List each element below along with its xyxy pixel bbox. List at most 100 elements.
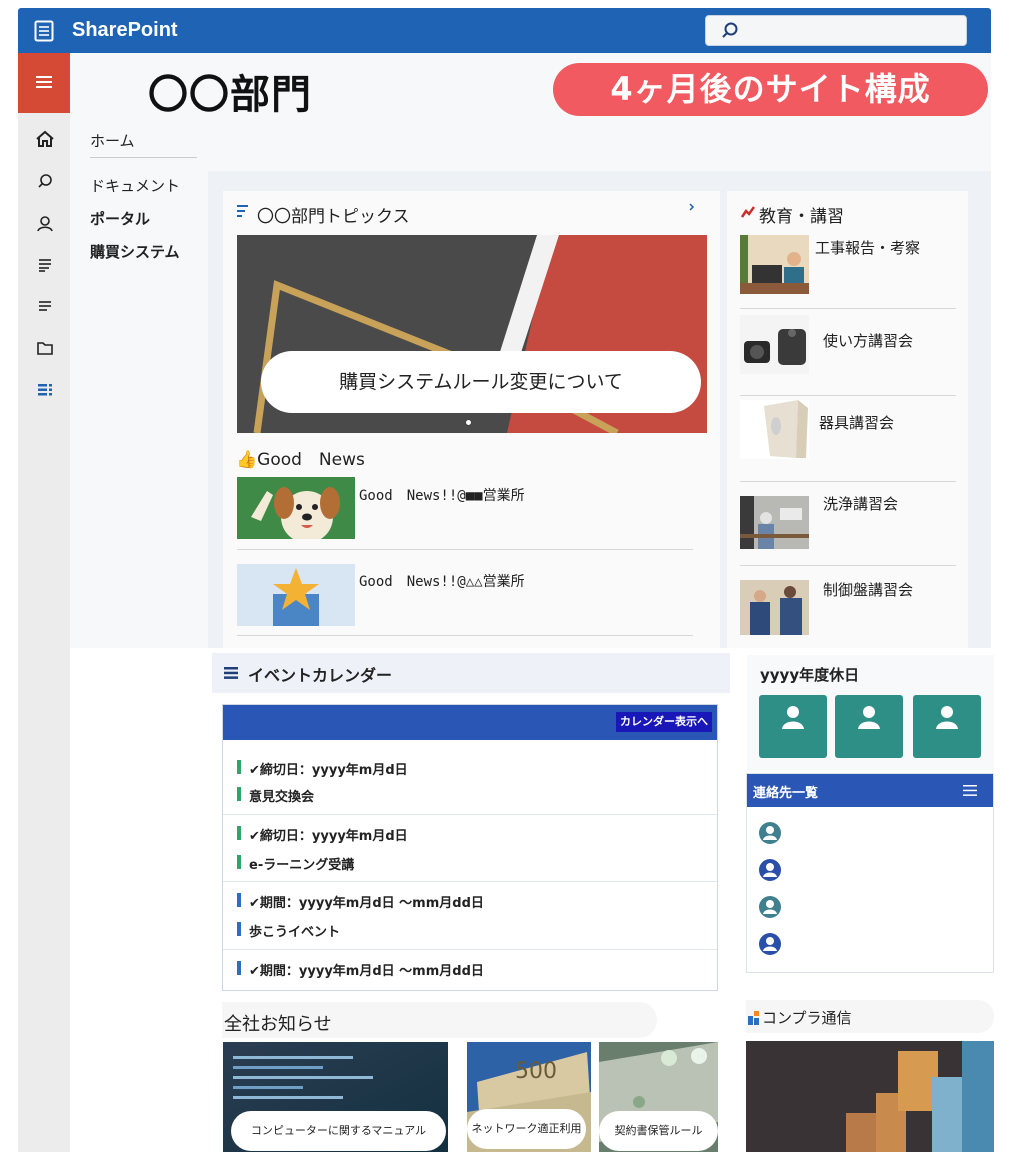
news-icon[interactable] (35, 255, 55, 275)
event-marker (237, 893, 241, 907)
event-date[interactable]: ✔締切日：yyyy年m月d日 (237, 825, 408, 844)
divider (237, 549, 693, 550)
events-card-header: カレンダー表示へ (223, 705, 717, 740)
person-icon (782, 706, 804, 729)
carousel-dot[interactable] (465, 419, 472, 426)
education-item[interactable]: 工事報告・考察 (815, 237, 920, 258)
good-news-trophy-image[interactable] (237, 564, 355, 626)
event-name[interactable]: 歩こうイベント (237, 921, 340, 940)
event-name-text: e-ラーニング受講 (249, 858, 355, 873)
company-news-header: 全社お知らせ (222, 1002, 657, 1038)
events-title: イベントカレンダー (248, 666, 393, 685)
education-item[interactable]: 洗浄講習会 (823, 493, 898, 514)
event-name-text: 歩こうイベント (249, 925, 341, 940)
event-calendar: カレンダー表示へ ✔締切日：yyyy年m月d日 意見交換会 ✔締切日：yyyy年… (222, 704, 718, 991)
event-name[interactable]: e-ラーニング受講 (237, 854, 354, 873)
menu-icon[interactable] (963, 785, 977, 796)
contact-avatar-icon[interactable] (759, 896, 781, 918)
contact-avatar-icon[interactable] (759, 933, 781, 955)
divider (740, 395, 956, 396)
divider (223, 949, 717, 950)
nav-item-purchasing[interactable]: 購買システム (90, 241, 180, 262)
search-input[interactable] (705, 15, 967, 46)
event-marker (237, 760, 241, 774)
contact-avatar-icon[interactable] (759, 859, 781, 881)
news-tile[interactable]: 500 ネットワーク適正利用 (467, 1042, 591, 1152)
good-news-item[interactable]: Good News!!@△△営業所 (359, 571, 525, 591)
education-item[interactable]: 使い方講習会 (823, 330, 913, 351)
hamburger-icon (36, 76, 52, 88)
company-news-title: 全社お知らせ (224, 1014, 332, 1035)
event-marker (237, 787, 241, 801)
folder-icon[interactable] (35, 338, 55, 358)
good-news-dog-image[interactable] (237, 477, 355, 539)
sharepoint-app-icon[interactable] (34, 20, 54, 42)
event-marker (237, 922, 241, 936)
compliance-icon (748, 1011, 759, 1025)
divider (237, 635, 693, 636)
search-icon (722, 22, 738, 38)
topics-title: 〇〇部門トピックス (257, 207, 410, 227)
person-icon (858, 706, 880, 729)
event-date[interactable]: ✔期間：yyyy年m月d日 ～mm月dd日 (237, 892, 484, 911)
holiday-tile[interactable] (913, 695, 981, 758)
person-icon (936, 706, 958, 729)
nav-item-documents[interactable]: ドキュメント (90, 175, 180, 196)
contact-avatar-icon[interactable] (759, 822, 781, 844)
news-tile[interactable]: コンピューターに関するマニュアル (223, 1042, 448, 1152)
svg-text:500: 500 (515, 1059, 557, 1084)
calendar-view-link[interactable]: カレンダー表示へ (616, 712, 712, 732)
list-icon[interactable] (35, 296, 55, 316)
trend-icon (741, 206, 755, 218)
news-caption[interactable]: コンピューターに関するマニュアル (231, 1111, 446, 1151)
home-icon[interactable] (35, 129, 55, 149)
event-marker (237, 826, 241, 840)
divider (740, 481, 956, 482)
holiday-webpart: yyyy年度休日 (747, 655, 994, 770)
lists-icon[interactable] (35, 380, 55, 400)
education-thumbnail[interactable] (740, 315, 809, 374)
event-name-text: 意見交換会 (249, 790, 315, 805)
see-all-icon[interactable] (689, 203, 695, 211)
left-rail (18, 53, 70, 1152)
site-title: 〇〇部門 (148, 72, 312, 118)
education-thumbnail[interactable] (740, 496, 809, 555)
event-marker (237, 961, 241, 975)
compliance-header: コンプラ通信 (746, 1000, 994, 1033)
search-icon[interactable] (35, 172, 55, 192)
education-item[interactable]: 制御盤講習会 (823, 579, 913, 600)
nav-item-portal[interactable]: ポータル (90, 208, 150, 229)
education-thumbnail[interactable] (740, 400, 809, 459)
divider (740, 308, 956, 309)
event-date[interactable]: ✔締切日：yyyy年m月d日 (237, 759, 408, 778)
compliance-title: コンプラ通信 (762, 1009, 852, 1027)
event-name[interactable]: 意見交換会 (237, 786, 314, 805)
nav-item-home[interactable]: ホーム (90, 130, 135, 151)
education-thumbnail[interactable] (740, 235, 809, 294)
contacts-header: 連絡先一覧 (747, 774, 993, 807)
app-title[interactable]: SharePoint (72, 19, 178, 42)
holiday-tile[interactable] (835, 695, 903, 758)
event-date-text: ✔締切日：yyyy年m月d日 (249, 829, 408, 844)
person-icon[interactable] (35, 214, 55, 234)
news-caption[interactable]: 契約書保管ルール (599, 1111, 718, 1151)
divider (223, 881, 717, 882)
event-date-text: ✔締切日：yyyy年m月d日 (249, 763, 408, 778)
good-news-item[interactable]: Good News!!@■■営業所 (359, 485, 525, 505)
nav-divider (90, 157, 197, 158)
event-date[interactable]: ✔期間：yyyy年m月d日 ～mm月dd日 (237, 960, 484, 979)
education-webpart: 教育・講習 工事報告・考察 使い方講習会 器具講習会 洗浄講習会 制御盤講習会 (727, 191, 968, 648)
education-item[interactable]: 器具講習会 (819, 412, 894, 433)
education-thumbnail[interactable] (740, 580, 809, 635)
divider (223, 814, 717, 815)
divider (740, 565, 956, 566)
compliance-image[interactable] (746, 1041, 994, 1152)
news-caption[interactable]: ネットワーク適正利用 (467, 1109, 586, 1149)
menu-button[interactable] (18, 53, 70, 113)
hero-carousel[interactable]: 購買システムルール変更について (237, 235, 707, 433)
events-header: イベントカレンダー (212, 653, 730, 693)
news-tile[interactable]: 契約書保管ルール (599, 1042, 718, 1152)
holiday-tile[interactable] (759, 695, 827, 758)
contacts-webpart: 連絡先一覧 (746, 773, 994, 973)
hero-caption[interactable]: 購買システムルール変更について (261, 351, 701, 413)
